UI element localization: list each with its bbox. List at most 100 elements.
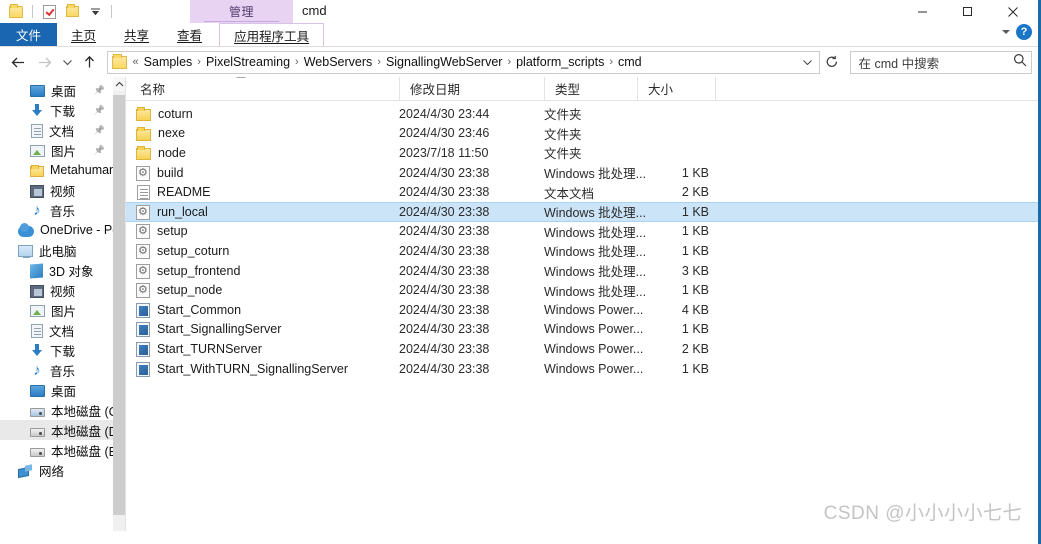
column-header-extra[interactable]	[715, 77, 755, 101]
tab-file[interactable]: 文件	[0, 23, 58, 46]
pin-icon[interactable]: 📌	[94, 85, 105, 96]
navigation-scrollbar[interactable]	[113, 77, 125, 531]
table-row[interactable]: Start_TURNServer 2024/4/30 23:38 Windows P…	[126, 339, 1038, 359]
sidebar-item-onedrive-personal[interactable]: OneDrive - Personal	[0, 220, 125, 240]
breadcrumb-item-samples[interactable]: Samples	[140, 55, 197, 69]
sidebar-item-label: 桌面	[51, 84, 77, 99]
sidebar-item-视频[interactable]: 视频	[0, 180, 125, 200]
ribbon-tab-bar: 文件 主页 共享 查看 应用程序工具 ?	[0, 23, 1038, 46]
breadcrumb-item-webservers[interactable]: WebServers	[300, 55, 377, 69]
file-date-cell: 2023/7/18 11:50	[399, 145, 489, 160]
sidebar-item-此电脑[interactable]: 此电脑	[0, 240, 125, 260]
breadcrumb-item-platform-scripts[interactable]: platform_scripts	[512, 55, 608, 69]
sidebar-item-音乐[interactable]: ♪ 音乐	[0, 360, 125, 380]
search-placeholder: 在 cmd 中搜索	[858, 56, 940, 71]
table-row[interactable]: setup 2024/4/30 23:38 Windows 批处理... 1 KB	[126, 222, 1038, 242]
properties-icon[interactable]	[39, 2, 59, 22]
column-header-type[interactable]: 类型	[544, 77, 637, 101]
file-type-cell: 文件夹	[544, 108, 582, 123]
sidebar-item-桌面[interactable]: 桌面	[0, 380, 125, 400]
folder-icon[interactable]	[6, 2, 26, 22]
sidebar-item-图片[interactable]: 图片	[0, 300, 125, 320]
sidebar-item-metahuman001[interactable]: Metahuman001	[0, 160, 125, 180]
sidebar-item-网络[interactable]: 网络	[0, 460, 125, 480]
file-name-label: coturn	[158, 106, 193, 121]
breadcrumb-item-cmd[interactable]: cmd	[614, 55, 646, 69]
sidebar-item-音乐[interactable]: ♪ 音乐	[0, 200, 125, 220]
table-row[interactable]: run_local 2024/4/30 23:38 Windows 批处理... 1 …	[126, 201, 1038, 222]
customize-caret-icon[interactable]	[85, 2, 105, 22]
arrow-left-icon[interactable]	[6, 49, 32, 75]
table-row[interactable]: README 2024/4/30 23:38 文本文档 2 KB	[126, 182, 1038, 202]
sidebar-item-桌面[interactable]: 桌面 📌	[0, 80, 125, 100]
sort-ascending-icon	[236, 77, 246, 78]
folder-icon	[136, 107, 151, 122]
batch-file-icon	[136, 165, 150, 181]
sidebar-item-文档[interactable]: 文档	[0, 320, 125, 340]
address-bar[interactable]: « Samples › PixelStreaming › WebServers …	[106, 50, 820, 74]
address-chevron-down-icon[interactable]	[799, 58, 817, 67]
file-date-cell: 2024/4/30 23:38	[399, 185, 490, 200]
column-header-date[interactable]: 修改日期	[399, 77, 544, 101]
table-row[interactable]: Start_SignallingServer 2024/4/30 23:38 Win…	[126, 320, 1038, 340]
sidebar-item-本地磁盘-d-[interactable]: 本地磁盘 (D:)	[0, 420, 125, 440]
table-row[interactable]: build 2024/4/30 23:38 Windows 批处理... 1 KB	[126, 163, 1038, 183]
table-row[interactable]: Start_Common 2024/4/30 23:38 Windows Power…	[126, 300, 1038, 320]
tab-view[interactable]: 查看	[163, 23, 216, 46]
pin-icon[interactable]: 📌	[94, 105, 105, 116]
tab-share[interactable]: 共享	[110, 23, 163, 46]
navigation-scrollbar-thumb[interactable]	[113, 95, 125, 515]
navigation-pane: 桌面📌下载📌文档📌图片📌Metahuman001视频♪音乐OneDrive - …	[0, 77, 125, 531]
breadcrumb: « Samples › PixelStreaming › WebServers …	[132, 55, 799, 69]
music-icon: ♪	[33, 201, 41, 219]
new-folder-icon[interactable]	[62, 2, 82, 22]
table-row[interactable]: node 2023/7/18 11:50 文件夹	[126, 143, 1038, 163]
sidebar-item-本地磁盘-e-[interactable]: 本地磁盘 (E:)	[0, 440, 125, 460]
sidebar-item-本地磁盘-c-[interactable]: 本地磁盘 (C:)	[0, 400, 125, 420]
maximize-button[interactable]	[945, 0, 990, 23]
minimize-button[interactable]	[900, 0, 945, 23]
file-date-cell: 2024/4/30 23:38	[399, 361, 490, 376]
refresh-icon[interactable]	[820, 51, 844, 74]
sidebar-item-label: 此电脑	[39, 244, 77, 259]
file-type-cell: Windows 批处理...	[544, 284, 647, 299]
3d-objects-icon	[30, 263, 43, 278]
chevron-down-icon[interactable]	[1002, 30, 1010, 34]
search-input[interactable]: 在 cmd 中搜索	[849, 50, 1032, 74]
desktop-icon	[30, 385, 45, 397]
breadcrumb-overflow[interactable]: «	[132, 56, 140, 68]
sidebar-item-视频[interactable]: 视频	[0, 280, 125, 300]
close-button[interactable]	[990, 0, 1035, 23]
folder-icon	[136, 146, 151, 161]
file-size-cell: 1 KB	[681, 361, 709, 376]
table-row[interactable]: setup_coturn 2024/4/30 23:38 Windows 批处理..…	[126, 241, 1038, 261]
table-row[interactable]: coturn 2024/4/30 23:44 文件夹	[126, 104, 1038, 124]
breadcrumb-item-pixelstreaming[interactable]: PixelStreaming	[202, 55, 294, 69]
help-icon[interactable]: ?	[1016, 24, 1032, 40]
table-row[interactable]: nexe 2024/4/30 23:46 文件夹	[126, 124, 1038, 144]
column-header-name[interactable]: 名称	[126, 77, 399, 101]
tab-application-tools[interactable]: 应用程序工具	[219, 23, 325, 46]
file-name-cell: README	[136, 184, 399, 201]
table-row[interactable]: Start_WithTURN_SignallingServer 2024/4/30…	[126, 359, 1038, 379]
file-date-cell: 2024/4/30 23:46	[399, 126, 490, 141]
sidebar-item-下载[interactable]: 下载 📌	[0, 100, 125, 120]
column-header-size[interactable]: 大小	[637, 77, 715, 101]
sidebar-item-图片[interactable]: 图片 📌	[0, 140, 125, 160]
sidebar-item-下载[interactable]: 下载	[0, 340, 125, 360]
file-name-label: README	[157, 185, 211, 200]
pin-icon[interactable]: 📌	[94, 145, 105, 156]
breadcrumb-item-signallingwebserver[interactable]: SignallingWebServer	[382, 55, 507, 69]
arrow-up-icon[interactable]	[77, 49, 103, 75]
pin-icon[interactable]: 📌	[94, 125, 105, 136]
sidebar-item-3d-对象[interactable]: 3D 对象	[0, 260, 125, 280]
table-row[interactable]: setup_node 2024/4/30 23:38 Windows 批处理... 1…	[126, 280, 1038, 300]
search-icon[interactable]	[1013, 53, 1027, 72]
tab-home[interactable]: 主页	[57, 23, 110, 46]
tab-view-label: 查看	[177, 29, 203, 43]
sidebar-item-文档[interactable]: 文档 📌	[0, 120, 125, 140]
contextual-tab-group-label: 管理	[228, 5, 254, 19]
chevron-up-icon[interactable]	[113, 77, 125, 91]
recent-locations-icon[interactable]	[57, 49, 77, 75]
table-row[interactable]: setup_frontend 2024/4/30 23:38 Windows 批处理…	[126, 261, 1038, 281]
